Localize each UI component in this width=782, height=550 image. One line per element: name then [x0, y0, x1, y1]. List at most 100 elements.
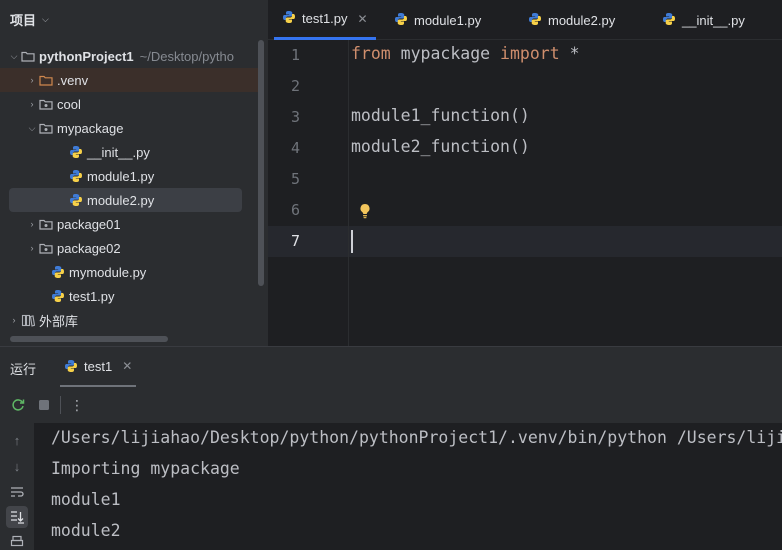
python-file-icon	[50, 288, 66, 304]
line-number: 6	[290, 201, 300, 219]
tab-module2-py[interactable]: module2.py	[520, 0, 623, 40]
chevron-right-icon[interactable]: ›	[26, 99, 38, 109]
tree-label: __init__.py	[87, 144, 150, 160]
tab-test1-py[interactable]: test1.py ✕	[274, 0, 376, 40]
editor: test1.py ✕ module1.py module2.py __init_…	[268, 0, 782, 346]
more-options-icon[interactable]: ⋮	[67, 395, 87, 415]
folder-icon	[20, 48, 36, 64]
lightbulb-icon[interactable]	[358, 203, 372, 224]
stop-icon[interactable]	[34, 395, 54, 415]
tab-label: module1.py	[414, 12, 482, 28]
run-panel-title: 运行	[10, 362, 37, 377]
python-file-icon	[282, 10, 296, 27]
line-number: 2	[290, 77, 300, 95]
tree-item-external-libraries[interactable]: › 外部库	[0, 308, 258, 332]
tree-item-venv[interactable]: › .venv	[0, 68, 258, 92]
down-arrow-icon[interactable]: ↓	[6, 455, 28, 477]
code-line-4[interactable]: module2_function()	[351, 137, 530, 156]
tree-item-module1-py[interactable]: module1.py	[0, 164, 258, 188]
horizontal-scrollbar[interactable]	[10, 336, 168, 342]
close-icon[interactable]: ✕	[122, 359, 132, 373]
code-line-1[interactable]: from mypackage import *	[351, 44, 580, 63]
vertical-scrollbar[interactable]	[258, 40, 264, 286]
text-caret	[351, 230, 353, 253]
project-header[interactable]: 项目 ⌵	[0, 0, 268, 38]
chevron-right-icon[interactable]: ›	[26, 219, 38, 229]
tree-path-hint: ~/Desktop/pytho	[139, 48, 234, 64]
package-folder-icon	[38, 120, 54, 136]
folder-icon	[38, 72, 54, 88]
gutter-divider	[348, 40, 349, 346]
package-folder-icon	[38, 96, 54, 112]
tree-item-init-py[interactable]: __init__.py	[0, 140, 258, 164]
tree-label: 外部库	[39, 313, 79, 329]
editor-tab-bar: test1.py ✕ module1.py module2.py __init_…	[268, 0, 782, 40]
scroll-to-end-icon[interactable]	[6, 506, 28, 528]
console-side-toolbar: ↑ ↓	[0, 423, 34, 550]
keyword-import: import	[500, 44, 560, 63]
console-line: /Users/lijiahao/Desktop/python/pythonPro…	[51, 428, 782, 447]
up-arrow-icon[interactable]: ↑	[6, 429, 28, 451]
console-line: Importing mypackage	[51, 459, 240, 478]
tree-label: pythonProject1	[39, 48, 134, 64]
run-tab-label: test1	[84, 358, 113, 374]
tree-item-cool[interactable]: › cool	[0, 92, 258, 116]
tree-label: package01	[57, 216, 121, 232]
run-panel-header: 运行 test1 ✕	[0, 347, 782, 387]
tab-label: __init__.py	[682, 12, 745, 28]
chevron-down-icon[interactable]: ⌵	[26, 123, 38, 134]
console-output[interactable]: /Users/lijiahao/Desktop/python/pythonPro…	[34, 423, 782, 550]
python-file-icon	[394, 12, 408, 29]
tree-label: test1.py	[69, 288, 115, 304]
print-icon[interactable]	[6, 531, 28, 550]
tab-run-test1[interactable]: test1 ✕	[60, 347, 137, 387]
module-name: mypackage	[390, 44, 501, 63]
tab-module1-py[interactable]: module1.py	[386, 0, 489, 40]
tree-item-test1-py[interactable]: test1.py	[0, 284, 258, 308]
chevron-down-icon[interactable]: ⌵	[8, 51, 20, 62]
python-file-icon	[68, 192, 84, 208]
python-file-icon	[50, 264, 66, 280]
console-line: module2	[51, 521, 121, 540]
line-number-current: 7	[290, 232, 300, 250]
tree-label: module1.py	[87, 168, 155, 184]
chevron-right-icon[interactable]: ›	[26, 75, 38, 85]
tree-label: .venv	[57, 72, 89, 88]
tab-label: module2.py	[548, 12, 616, 28]
project-title: 项目	[10, 12, 37, 28]
line-number-gutter: 1 2 3 4 5 6 7	[268, 40, 348, 346]
rerun-icon[interactable]	[8, 395, 28, 415]
python-file-icon	[64, 359, 78, 373]
run-panel: 运行 test1 ✕ ⋮ ↑ ↓ /Users/lijiahao/Desktop…	[0, 347, 782, 550]
close-icon[interactable]: ✕	[358, 12, 368, 26]
tree-label: package02	[57, 240, 121, 256]
line-number: 3	[290, 108, 300, 126]
tree-item-mypackage[interactable]: ⌵ mypackage	[0, 116, 258, 140]
keyword-from: from	[351, 44, 391, 63]
console-line: module1	[51, 490, 121, 509]
soft-wrap-icon[interactable]	[6, 481, 28, 503]
tab-init-py[interactable]: __init__.py	[654, 0, 753, 40]
tree-item-package02[interactable]: › package02	[0, 236, 258, 260]
line-number: 4	[290, 139, 300, 157]
tab-label: test1.py	[302, 11, 348, 26]
tree-label: cool	[57, 96, 81, 112]
code-line-3[interactable]: module1_function()	[351, 106, 530, 125]
chevron-right-icon[interactable]: ›	[8, 315, 20, 325]
line-number: 5	[290, 170, 300, 188]
tree-label: mymodule.py	[69, 264, 147, 280]
run-toolbar: ⋮	[0, 387, 782, 423]
project-panel: 项目 ⌵ ⌵ pythonProject1 ~/Desktop/pytho › …	[0, 0, 268, 346]
chevron-down-icon[interactable]: ⌵	[42, 14, 49, 25]
python-file-icon	[528, 12, 542, 29]
tree-item-package01[interactable]: › package01	[0, 212, 258, 236]
tree-root-pythonproject1[interactable]: ⌵ pythonProject1 ~/Desktop/pytho	[0, 44, 258, 68]
python-file-icon	[68, 168, 84, 184]
tree-item-module2-py[interactable]: module2.py	[9, 188, 242, 212]
tree-label: module2.py	[87, 192, 155, 208]
tree-item-mymodule-py[interactable]: mymodule.py	[0, 260, 258, 284]
import-star: *	[559, 44, 580, 63]
package-folder-icon	[38, 240, 54, 256]
tree-label: mypackage	[57, 120, 124, 136]
chevron-right-icon[interactable]: ›	[26, 243, 38, 253]
